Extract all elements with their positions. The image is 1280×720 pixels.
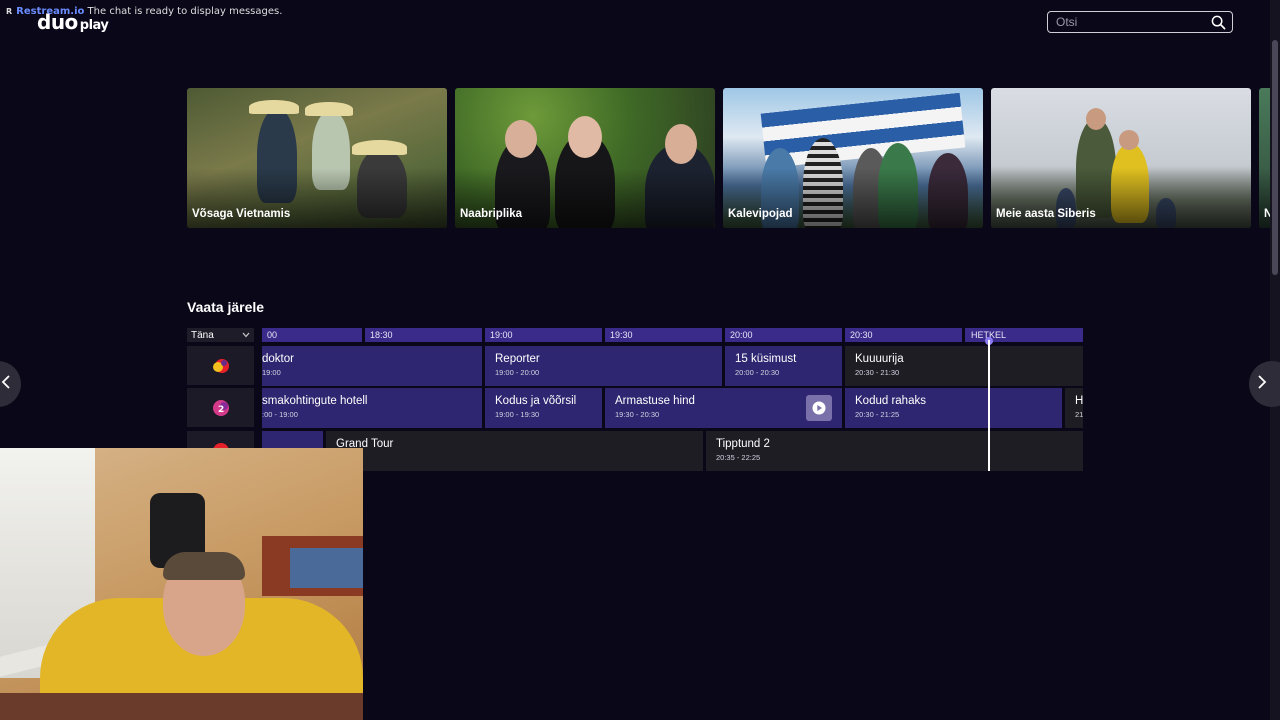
program-item[interactable]: 15 küsimust 20:00 - 20:30 xyxy=(725,346,842,386)
program-title: smakohtingute hotell xyxy=(262,395,368,407)
timeline: 00 18:30 19:00 19:30 20:00 20:30 HETKEL xyxy=(262,328,1083,342)
program-time: 19:30 - 20:30 xyxy=(615,410,660,419)
program-time: 20:30 - 21:25 xyxy=(855,410,900,419)
program-title: 15 küsimust xyxy=(735,353,797,365)
program-title: Kuuuurija xyxy=(855,353,904,365)
epg-row: Grand Tour - 20:35 Tipptund 2 20:35 - 22… xyxy=(262,431,1083,471)
app-page: R Restream.io The chat is ready to displa… xyxy=(0,0,1280,720)
program-title: doktor xyxy=(262,353,294,365)
now-label: HETKEL xyxy=(965,328,1083,342)
program-item[interactable]: doktor 19:00 xyxy=(262,346,482,386)
program-title: H xyxy=(1075,395,1083,407)
program-time: 20:35 - 22:25 xyxy=(716,453,761,462)
scroll-left-button[interactable] xyxy=(0,361,21,407)
program-time: 19:00 - 19:30 xyxy=(495,410,540,419)
card-title: Kalevipojad xyxy=(728,208,793,220)
section-title: Vaata järele xyxy=(187,299,265,315)
program-time: :00 - 19:00 xyxy=(262,410,298,419)
program-time: 21 xyxy=(1075,410,1083,419)
restream-chat-notice: R Restream.io The chat is ready to displa… xyxy=(6,6,282,17)
card-title: Meie aasta Siberis xyxy=(996,208,1096,220)
time-slot: 19:30 xyxy=(605,328,722,342)
channel-logo-etv[interactable] xyxy=(187,346,254,385)
program-time: 20:30 - 21:30 xyxy=(855,368,900,377)
program-title: Tipptund 2 xyxy=(716,438,770,450)
program-time: 20:00 - 20:30 xyxy=(735,368,780,377)
restream-message: The chat is ready to display messages. xyxy=(84,6,283,17)
card-title: N xyxy=(1264,208,1270,220)
restream-icon: R xyxy=(6,7,13,16)
webcam-overlay xyxy=(0,448,363,720)
search-box[interactable] xyxy=(1047,11,1233,33)
program-title: Grand Tour xyxy=(336,438,394,450)
program-title: Kodus ja võõrsil xyxy=(495,395,577,407)
program-title: Reporter xyxy=(495,353,540,365)
program-item[interactable]: Reporter 19:00 - 20:00 xyxy=(485,346,722,386)
svg-text:2: 2 xyxy=(218,405,224,415)
epg-row: doktor 19:00 Reporter 19:00 - 20:00 15 k… xyxy=(262,346,1083,386)
restream-name: Restream.io xyxy=(16,6,85,17)
carousel-card[interactable]: Naabriplika xyxy=(455,88,715,228)
day-select-value: Täna xyxy=(191,329,214,341)
program-item[interactable]: Tipptund 2 20:35 - 22:25 xyxy=(706,431,1083,471)
program-title: Armastuse hind xyxy=(615,395,695,407)
program-item[interactable]: Kuuuurija 20:30 - 21:30 xyxy=(845,346,1083,386)
scroll-right-button[interactable] xyxy=(1249,361,1280,407)
time-slot: 19:00 xyxy=(485,328,602,342)
search-input[interactable] xyxy=(1056,15,1211,29)
search-icon[interactable] xyxy=(1211,14,1226,30)
carousel-card[interactable]: N xyxy=(1259,88,1270,228)
carousel-card[interactable]: Võsaga Vietnamis xyxy=(187,88,447,228)
card-title: Võsaga Vietnamis xyxy=(192,208,291,220)
play-button[interactable] xyxy=(806,395,832,421)
chevron-left-icon xyxy=(1,374,11,394)
chevron-right-icon xyxy=(1257,374,1267,394)
program-time: - 20:35 xyxy=(336,453,693,462)
time-slot: 00 xyxy=(262,328,362,342)
carousel-card[interactable]: Kalevipojad xyxy=(723,88,983,228)
etv2-logo-icon: 2 xyxy=(212,399,229,416)
program-item[interactable]: Kodud rahaks 20:30 - 21:25 xyxy=(845,388,1062,428)
program-item[interactable]: Grand Tour - 20:35 xyxy=(326,431,703,471)
logo-sub: play xyxy=(79,18,109,33)
day-select[interactable]: Täna xyxy=(187,328,254,342)
carousel-card[interactable]: Meie aasta Siberis xyxy=(991,88,1251,228)
scrollbar-thumb[interactable] xyxy=(1272,40,1278,275)
program-item[interactable]: smakohtingute hotell :00 - 19:00 xyxy=(262,388,482,428)
channel-logo-etv2[interactable]: 2 xyxy=(187,388,254,427)
program-item[interactable]: H 21 xyxy=(1065,388,1083,428)
page-scrollbar[interactable] xyxy=(1270,0,1280,720)
now-indicator-line xyxy=(988,340,990,471)
time-slot: 20:00 xyxy=(725,328,842,342)
program-item[interactable]: Kodus ja võõrsil 19:00 - 19:30 xyxy=(485,388,602,428)
play-icon xyxy=(812,401,826,415)
epg-row: smakohtingute hotell :00 - 19:00 Kodus j… xyxy=(262,388,1083,428)
card-title: Naabriplika xyxy=(460,208,522,220)
program-time: 19:00 xyxy=(262,368,281,377)
time-slot: 20:30 xyxy=(845,328,962,342)
program-item[interactable]: Armastuse hind 19:30 - 20:30 xyxy=(605,388,842,428)
program-time: 19:00 - 20:00 xyxy=(495,368,540,377)
chevron-down-icon xyxy=(242,330,250,341)
etv-logo-icon xyxy=(212,358,229,373)
featured-carousel: Võsaga Vietnamis Naabriplika Kalevipojad… xyxy=(187,88,1270,228)
time-slot: 18:30 xyxy=(365,328,482,342)
program-title: Kodud rahaks xyxy=(855,395,926,407)
